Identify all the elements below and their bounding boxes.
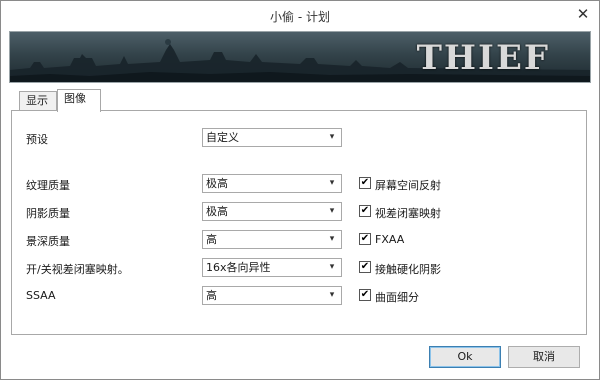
close-button[interactable]: ✕ [573, 5, 593, 23]
chevron-down-icon: ▾ [329, 290, 335, 300]
thief-logo: THIEF [416, 38, 550, 78]
tessellation-label: 曲面细分 [375, 291, 419, 304]
title-bar: 小偷 - 计划 ✕ [1, 1, 599, 31]
fxaa-label: FXAA [375, 233, 405, 246]
anisotropic-label: 开/关视差闭塞映射。 [26, 263, 129, 276]
settings-window: 小偷 - 计划 ✕ THIEF 显示 图像 预设 自定义 ▾ 纹理质量 极高 ▾… [0, 0, 600, 380]
depth-of-field-value: 高 [206, 233, 217, 246]
game-banner: THIEF [9, 31, 591, 83]
chevron-down-icon: ▾ [329, 234, 335, 244]
contact-hardening-shadows-checkbox[interactable]: ✔ [359, 261, 371, 273]
shadow-quality-label: 阴影质量 [26, 207, 70, 220]
preset-select-value: 自定义 [206, 131, 239, 144]
shadow-quality-value: 极高 [206, 205, 228, 218]
contact-hardening-shadows-label: 接触硬化阴影 [375, 263, 441, 276]
parallax-occlusion-checkbox[interactable]: ✔ [359, 205, 371, 217]
fxaa-checkbox[interactable]: ✔ [359, 233, 371, 245]
preset-label: 预设 [26, 133, 48, 146]
graphics-panel: 预设 自定义 ▾ 纹理质量 极高 ▾ ✔ 屏幕空间反射 阴影质量 极高 ▾ ✔ … [11, 110, 587, 335]
texture-quality-select[interactable]: 极高 ▾ [202, 174, 342, 193]
tessellation-checkbox[interactable]: ✔ [359, 289, 371, 301]
anisotropic-select[interactable]: 16x各向异性 ▾ [202, 258, 342, 277]
ssaa-value: 高 [206, 289, 217, 302]
tab-graphics[interactable]: 图像 [57, 89, 101, 112]
ssaa-select[interactable]: 高 ▾ [202, 286, 342, 305]
window-title: 小偷 - 计划 [270, 10, 330, 24]
screen-space-reflections-label: 屏幕空间反射 [375, 179, 441, 192]
chevron-down-icon: ▾ [329, 178, 335, 188]
tab-display[interactable]: 显示 [19, 91, 57, 111]
ssaa-label: SSAA [26, 289, 56, 302]
cancel-button[interactable]: 取消 [508, 346, 580, 368]
texture-quality-label: 纹理质量 [26, 179, 70, 192]
chevron-down-icon: ▾ [329, 206, 335, 216]
texture-quality-value: 极高 [206, 177, 228, 190]
shadow-quality-select[interactable]: 极高 ▾ [202, 202, 342, 221]
preset-select[interactable]: 自定义 ▾ [202, 128, 342, 147]
depth-of-field-label: 景深质量 [26, 235, 70, 248]
ok-button[interactable]: Ok [429, 346, 501, 368]
chevron-down-icon: ▾ [329, 262, 335, 272]
chevron-down-icon: ▾ [329, 132, 335, 142]
anisotropic-value: 16x各向异性 [206, 261, 271, 274]
screen-space-reflections-checkbox[interactable]: ✔ [359, 177, 371, 189]
parallax-occlusion-label: 视差闭塞映射 [375, 207, 441, 220]
depth-of-field-select[interactable]: 高 ▾ [202, 230, 342, 249]
